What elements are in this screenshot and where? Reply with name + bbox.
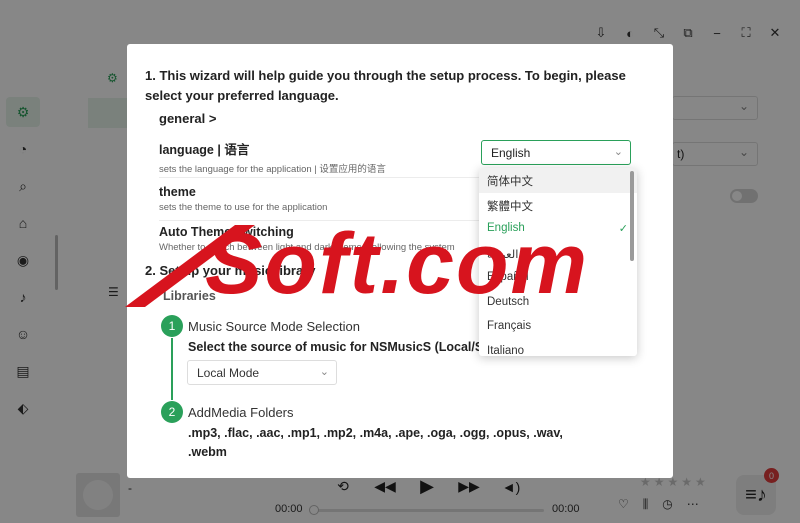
source-mode-value: Local Mode (197, 366, 260, 380)
watermark-text: Soft.com (205, 216, 589, 312)
step1-desc: Select the source of music for NSMusicS … (188, 340, 518, 354)
step1-number: 1 (161, 315, 183, 337)
language-option[interactable]: Italiano (479, 340, 637, 357)
language-option-label: 繁體中文 (487, 200, 533, 213)
step2-number: 2 (161, 401, 183, 423)
language-select[interactable]: English ⌄ (481, 140, 631, 165)
wizard-intro: 1. This wizard will help guide you throu… (145, 68, 626, 103)
language-option-label: Français (487, 320, 532, 332)
step2-title: AddMedia Folders (188, 405, 294, 420)
step2-desc: .mp3, .flac, .aac, .mp1, .mp2, .m4a, .ap… (188, 426, 563, 459)
language-option[interactable]: 简体中文 (479, 168, 637, 193)
language-option[interactable]: 繁體中文 (479, 193, 637, 218)
step1-title: Music Source Mode Selection (188, 319, 360, 334)
svg-text:Soft.com: Soft.com (205, 216, 589, 312)
step-connector (171, 338, 173, 400)
language-select-value: English (491, 146, 531, 160)
chevron-down-icon: ⌄ (613, 146, 623, 158)
source-mode-select[interactable]: Local Mode ⌄ (187, 360, 337, 385)
watermark-logo: Soft.com (125, 216, 589, 312)
language-option-label: Italiano (487, 344, 525, 357)
chevron-down-icon: ⌄ (319, 366, 329, 378)
language-option[interactable]: Français (479, 315, 637, 340)
language-option-label: 简体中文 (487, 176, 533, 188)
general-header[interactable]: general > (159, 111, 216, 126)
